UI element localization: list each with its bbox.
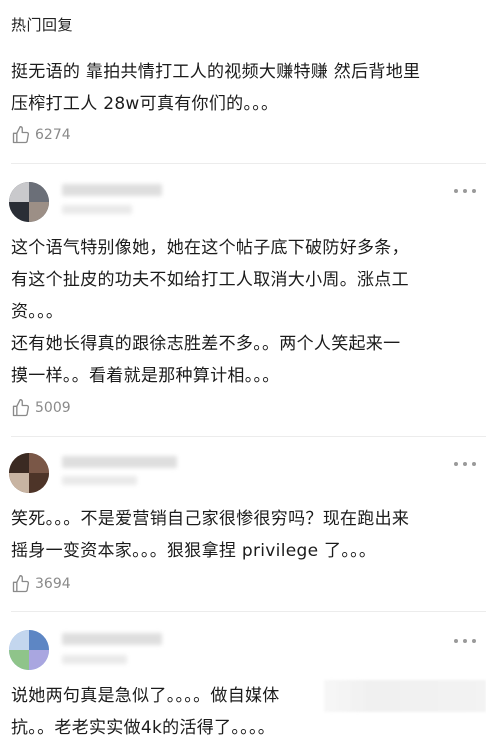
section-title: 热门回复	[11, 16, 74, 34]
comment-text: 这个语气特别像她，她在这个帖子底下破防好多条， 有这个扯皮的功夫不如给打工人取消…	[11, 232, 479, 392]
comment-line: 这个语气特别像她，她在这个帖子底下破防好多条，	[11, 238, 409, 258]
divider	[11, 611, 486, 612]
comment-line: 笑死。。。不是爱营销自己家很惨很穷吗？现在跑出来	[11, 509, 410, 529]
like-button[interactable]: 6274	[11, 124, 71, 146]
comment-text: 挺无语的 靠拍共情打工人的视频大赚特赚 然后背地里 压榨打工人 28w可真有你们…	[11, 56, 479, 120]
comment-line: 摇身一变资本家。。。狠狠拿捏 privilege 了。。。	[11, 541, 377, 561]
divider	[11, 163, 486, 164]
user-avatar[interactable]	[9, 182, 49, 222]
comment-line: 抗。。老老实实做4k的活得了。。。。	[11, 718, 276, 738]
user-meta-redacted	[62, 476, 137, 485]
more-dots-icon[interactable]	[454, 459, 476, 469]
username-redacted	[62, 184, 162, 196]
divider	[11, 436, 486, 437]
comment-line: 还有她长得真的跟徐志胜差不多。。两个人笑起来一	[11, 334, 401, 354]
thumbs-up-icon	[12, 126, 30, 144]
username-redacted	[62, 456, 177, 468]
thumbs-up-icon	[12, 399, 30, 417]
username-redacted	[62, 633, 162, 645]
comment-line: 挺无语的 靠拍共情打工人的视频大赚特赚 然后背地里	[11, 62, 421, 82]
user-meta-redacted	[62, 205, 132, 214]
like-button[interactable]: 5009	[11, 397, 71, 419]
user-avatar[interactable]	[9, 453, 49, 493]
more-dots-icon[interactable]	[454, 636, 476, 646]
like-count: 3694	[35, 576, 71, 592]
like-count: 5009	[35, 400, 71, 416]
like-count: 6274	[35, 127, 71, 143]
user-meta-redacted	[62, 655, 127, 664]
comment-line: 压榨打工人 28w可真有你们的。。。	[11, 94, 279, 114]
comment-line: 有这个扯皮的功夫不如给打工人取消大小周。涨点工	[11, 270, 409, 290]
comment-line: 资。。。	[11, 302, 64, 322]
comment-line: 摸一样。。看着就是那种算计相。。。	[11, 366, 280, 386]
user-avatar[interactable]	[9, 630, 49, 670]
redacted-text-overlay	[324, 680, 486, 712]
like-button[interactable]: 3694	[11, 573, 71, 595]
thumbs-up-icon	[12, 575, 30, 593]
more-dots-icon[interactable]	[454, 186, 476, 196]
comment-text: 笑死。。。不是爱营销自己家很惨很穷吗？现在跑出来 摇身一变资本家。。。狠狠拿捏 …	[11, 503, 479, 567]
